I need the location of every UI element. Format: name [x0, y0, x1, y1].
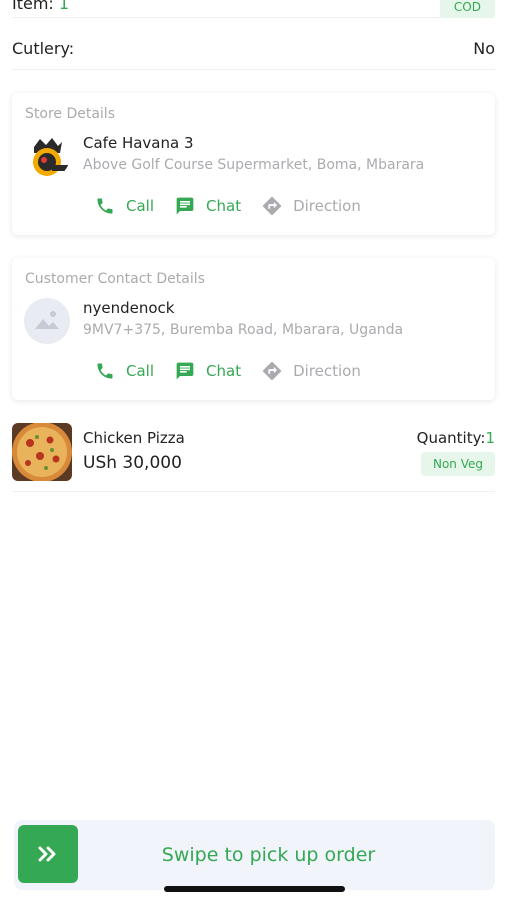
customer-chat-label: Chat	[206, 362, 242, 380]
store-direction-button[interactable]: Direction	[261, 195, 361, 217]
phone-icon	[94, 195, 116, 217]
cutlery-label: Cutlery:	[12, 39, 75, 58]
customer-call-button[interactable]: Call	[94, 360, 154, 382]
store-logo	[24, 133, 70, 179]
cutlery-row: Cutlery: No	[12, 28, 495, 70]
store-chat-button[interactable]: Chat	[174, 195, 241, 217]
quantity-value: 1	[485, 429, 495, 447]
phone-icon	[94, 360, 116, 382]
customer-details-card: Customer Contact Details nyendenock 9MV7…	[12, 258, 495, 400]
item-count: 1	[58, 0, 70, 13]
customer-address: 9MV7+375, Buremba Road, Mbarara, Uganda	[83, 322, 404, 338]
product-price: USh 30,000	[83, 453, 182, 473]
swipe-to-pickup-slider[interactable]: Swipe to pick up order	[14, 820, 495, 890]
store-section-title: Store Details	[25, 106, 115, 122]
customer-avatar	[24, 298, 70, 344]
direction-icon	[261, 195, 283, 217]
store-address: Above Golf Course Supermarket, Boma, Mba…	[83, 157, 425, 173]
chat-icon	[174, 195, 196, 217]
store-direction-label: Direction	[293, 197, 361, 215]
chat-icon	[174, 360, 196, 382]
store-chat-label: Chat	[206, 197, 242, 215]
customer-direction-button[interactable]: Direction	[261, 360, 361, 382]
store-name: Cafe Havana 3	[83, 134, 194, 152]
item-row: Item: 1 COD	[12, 0, 495, 18]
cutlery-value: No	[473, 39, 495, 58]
customer-chat-button[interactable]: Chat	[174, 360, 241, 382]
payment-badge: COD	[439, 0, 495, 18]
customer-name: nyendenock	[83, 299, 175, 317]
item-label: Item: 1	[12, 0, 69, 13]
customer-section-title: Customer Contact Details	[25, 271, 205, 287]
product-row: Chicken Pizza USh 30,000 Quantity:1 Non …	[12, 418, 495, 492]
store-call-label: Call	[126, 197, 155, 215]
product-name: Chicken Pizza	[83, 429, 185, 447]
store-call-button[interactable]: Call	[94, 195, 154, 217]
direction-icon	[261, 360, 283, 382]
customer-call-label: Call	[126, 362, 155, 380]
product-image	[12, 423, 72, 481]
quantity-label: Quantity:	[416, 429, 486, 447]
customer-direction-label: Direction	[293, 362, 361, 380]
quantity: Quantity:1	[417, 429, 495, 447]
non-veg-badge: Non Veg	[420, 452, 495, 476]
home-indicator	[164, 886, 345, 892]
store-details-card: Store Details Cafe Havana 3 Above Golf C…	[12, 93, 495, 235]
swipe-label: Swipe to pick up order	[161, 844, 376, 866]
image-placeholder-icon	[35, 311, 59, 329]
